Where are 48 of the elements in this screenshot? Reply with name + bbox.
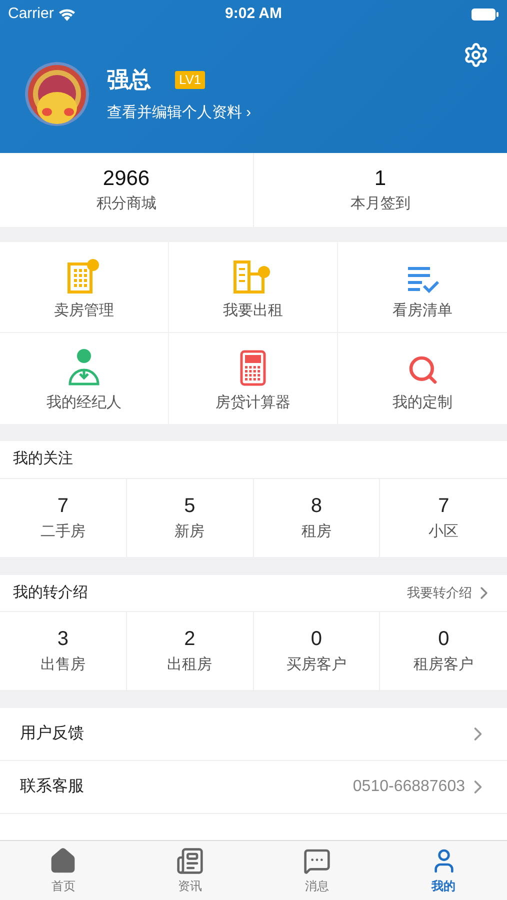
- edit-profile-link[interactable]: 查看并编辑个人资料 ›: [107, 102, 252, 125]
- status-time: 9:02 AM: [225, 4, 282, 24]
- level-badge: LV1: [175, 70, 206, 89]
- tool-button[interactable]: 卖房管理: [0, 242, 169, 333]
- calculator-icon: [240, 350, 266, 386]
- count-label: 小区: [428, 523, 459, 542]
- stat-label: 本月签到: [350, 195, 410, 214]
- count-value: 5: [184, 494, 196, 520]
- count-value: 0: [310, 627, 322, 652]
- person-icon: [68, 348, 100, 386]
- tab-item[interactable]: 资讯: [126, 841, 254, 900]
- count-label: 出售房: [40, 656, 86, 675]
- count-label: 二手房: [40, 523, 86, 542]
- user-name: 强总: [107, 66, 151, 94]
- stat-label: 积分商城: [96, 195, 156, 214]
- menu-label: 用户反馈: [20, 724, 84, 744]
- stat-value: 1: [374, 166, 386, 192]
- tab-item[interactable]: 我的: [380, 841, 507, 900]
- home-icon: [49, 846, 78, 874]
- count-value: 3: [57, 627, 68, 652]
- chat-icon: [302, 846, 331, 874]
- newspaper-icon: [176, 846, 204, 874]
- count-label: 租房客户: [414, 656, 474, 675]
- count-value: 0: [438, 627, 450, 652]
- count-value: 7: [438, 494, 450, 520]
- wifi-icon: [58, 8, 76, 20]
- count-value: 8: [310, 494, 322, 520]
- count-label: 出租房: [167, 656, 212, 675]
- section-title: 我的关注: [13, 449, 73, 470]
- tab-item[interactable]: 消息: [254, 841, 380, 900]
- building-icon: [67, 258, 101, 294]
- search-icon: [406, 354, 438, 386]
- count-value: 7: [57, 494, 68, 520]
- section-title: 我的转介绍: [13, 582, 88, 603]
- count-label: 买房客户: [286, 656, 346, 675]
- stat-value: 2966: [102, 166, 150, 192]
- tab-item[interactable]: 首页: [0, 841, 127, 900]
- tool-button[interactable]: 我要出租: [169, 242, 338, 333]
- count-label: 租房: [301, 523, 332, 542]
- menu-label: 联系客服: [20, 776, 84, 797]
- carrier-text: Carrier: [8, 4, 54, 24]
- settings-icon[interactable]: [463, 42, 489, 68]
- menu-value: 0510-66887603: [352, 777, 465, 797]
- count-value: 2: [184, 627, 196, 652]
- battery-icon: [471, 8, 499, 20]
- referral-link[interactable]: 我要转介绍: [407, 583, 494, 603]
- count-label: 新房: [174, 523, 205, 542]
- buildings-icon: [233, 258, 273, 294]
